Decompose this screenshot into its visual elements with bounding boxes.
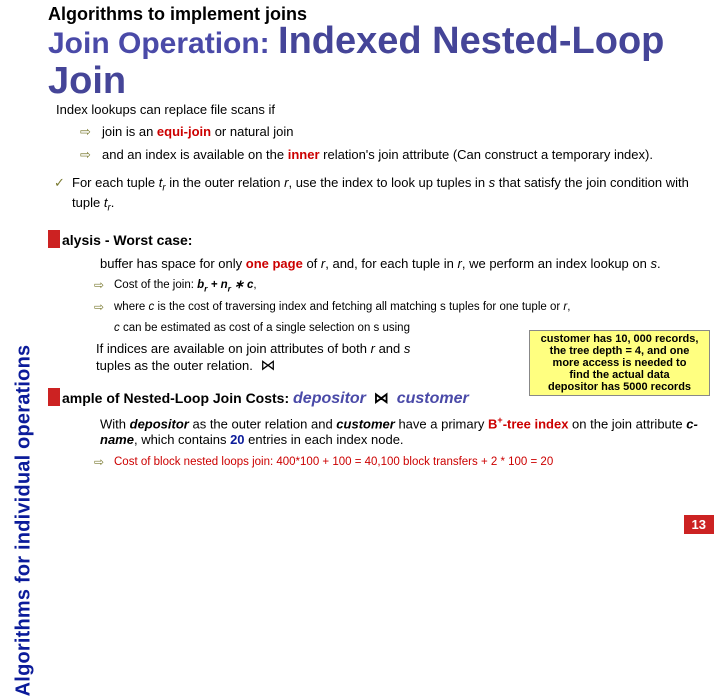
txt: , and, for each tuple in	[325, 256, 457, 271]
txt: have a primary	[395, 416, 488, 431]
txt: customer	[397, 390, 469, 407]
txt: more access is needed to	[553, 357, 687, 369]
txt: s	[404, 341, 411, 356]
txt: of	[303, 256, 321, 271]
txt: , use the index to look up tuples in	[288, 175, 488, 190]
txt: equi-join	[157, 124, 211, 139]
txt: .	[657, 256, 661, 271]
slide-body: Index lookups can replace file scans if …	[52, 102, 714, 540]
heading-analysis: alysis - Worst case:	[48, 230, 714, 250]
txt: B	[488, 416, 497, 431]
bullet-index-lookups: Index lookups can replace file scans if	[56, 102, 714, 118]
txt: one page	[246, 256, 303, 271]
slide-number: 13	[684, 515, 714, 534]
txt: inner	[288, 147, 320, 162]
txt: depositor has 5000 records	[548, 381, 691, 393]
txt: buffer has space for only	[100, 256, 246, 271]
bullet-where-c: where c is the cost of traversing index …	[114, 300, 714, 314]
txt: + n	[208, 279, 228, 291]
txt: If indices are available on join attribu…	[96, 341, 371, 356]
txt: Cost of the join:	[114, 279, 197, 291]
txt: relation's join attribute (Can construct…	[320, 147, 653, 162]
join-symbol-icon: ⋈	[374, 391, 389, 407]
txt: is the cost of traversing index and fetc…	[154, 301, 563, 313]
txt: ample of Nested-Loop Join Costs:	[62, 390, 289, 406]
txt: , we perform an index lookup on	[462, 256, 651, 271]
bullet-buffer: buffer has space for only one page of r,…	[100, 256, 714, 272]
bullet-for-each-tuple: For each tuple tr in the outer relation …	[72, 175, 714, 215]
bullet-cost-cut: Cost of block nested loops join: 400*100…	[114, 455, 714, 469]
txt: ∗ c	[231, 279, 253, 291]
txt: .	[111, 195, 115, 210]
txt: on the join attribute	[568, 416, 686, 431]
sidebar-stripe: Algorithms for individual operations	[0, 0, 48, 540]
txt: in the outer relation	[166, 175, 285, 190]
txt: find the actual data	[569, 369, 669, 381]
txt: With	[100, 416, 130, 431]
marker-icon	[48, 388, 60, 406]
txt: and	[375, 341, 404, 356]
bullet-with-depositor: With depositor as the outer relation and…	[100, 415, 714, 449]
txt: can be estimated as cost of a single sel…	[120, 322, 410, 334]
annotation-box: customer has 10, 000 records, the tree d…	[529, 330, 710, 396]
sidebar-title: Algorithms for individual operations	[13, 345, 36, 696]
txt: entries in each index node.	[245, 432, 404, 447]
txt: where	[114, 301, 149, 313]
txt: , which contains	[134, 432, 230, 447]
txt: depositor	[293, 390, 366, 407]
title-prefix: Join Operation:	[48, 27, 270, 60]
bullet-inner-index: and an index is available on the inner r…	[102, 147, 714, 163]
txt: and an index is available on the	[102, 147, 288, 162]
txt: as the outer relation and	[189, 416, 336, 431]
bullet-cost-join: Cost of the join: br + nr ∗ c,	[114, 278, 714, 294]
txt: or natural join	[211, 124, 293, 139]
txt: alysis - Worst case:	[62, 232, 192, 248]
txt: For each tuple	[72, 175, 159, 190]
bullet-equijoin: join is an equi-join or natural join	[102, 124, 714, 140]
join-symbol-icon: ⋈	[260, 358, 275, 374]
txt: ,	[253, 279, 256, 291]
txt: the tree depth = 4, and one	[550, 345, 690, 357]
txt: 20	[230, 432, 244, 447]
txt: customer	[336, 416, 395, 431]
txt: ,	[567, 301, 570, 313]
txt: join is an	[102, 124, 157, 139]
txt: -tree index	[503, 416, 569, 431]
txt: tuples as the outer relation.	[96, 358, 253, 373]
txt: customer has 10, 000 records,	[541, 333, 699, 345]
txt: depositor	[130, 416, 189, 431]
marker-icon	[48, 230, 60, 248]
slide-title: Join Operation: Indexed Nested-Loop Join	[48, 22, 716, 102]
